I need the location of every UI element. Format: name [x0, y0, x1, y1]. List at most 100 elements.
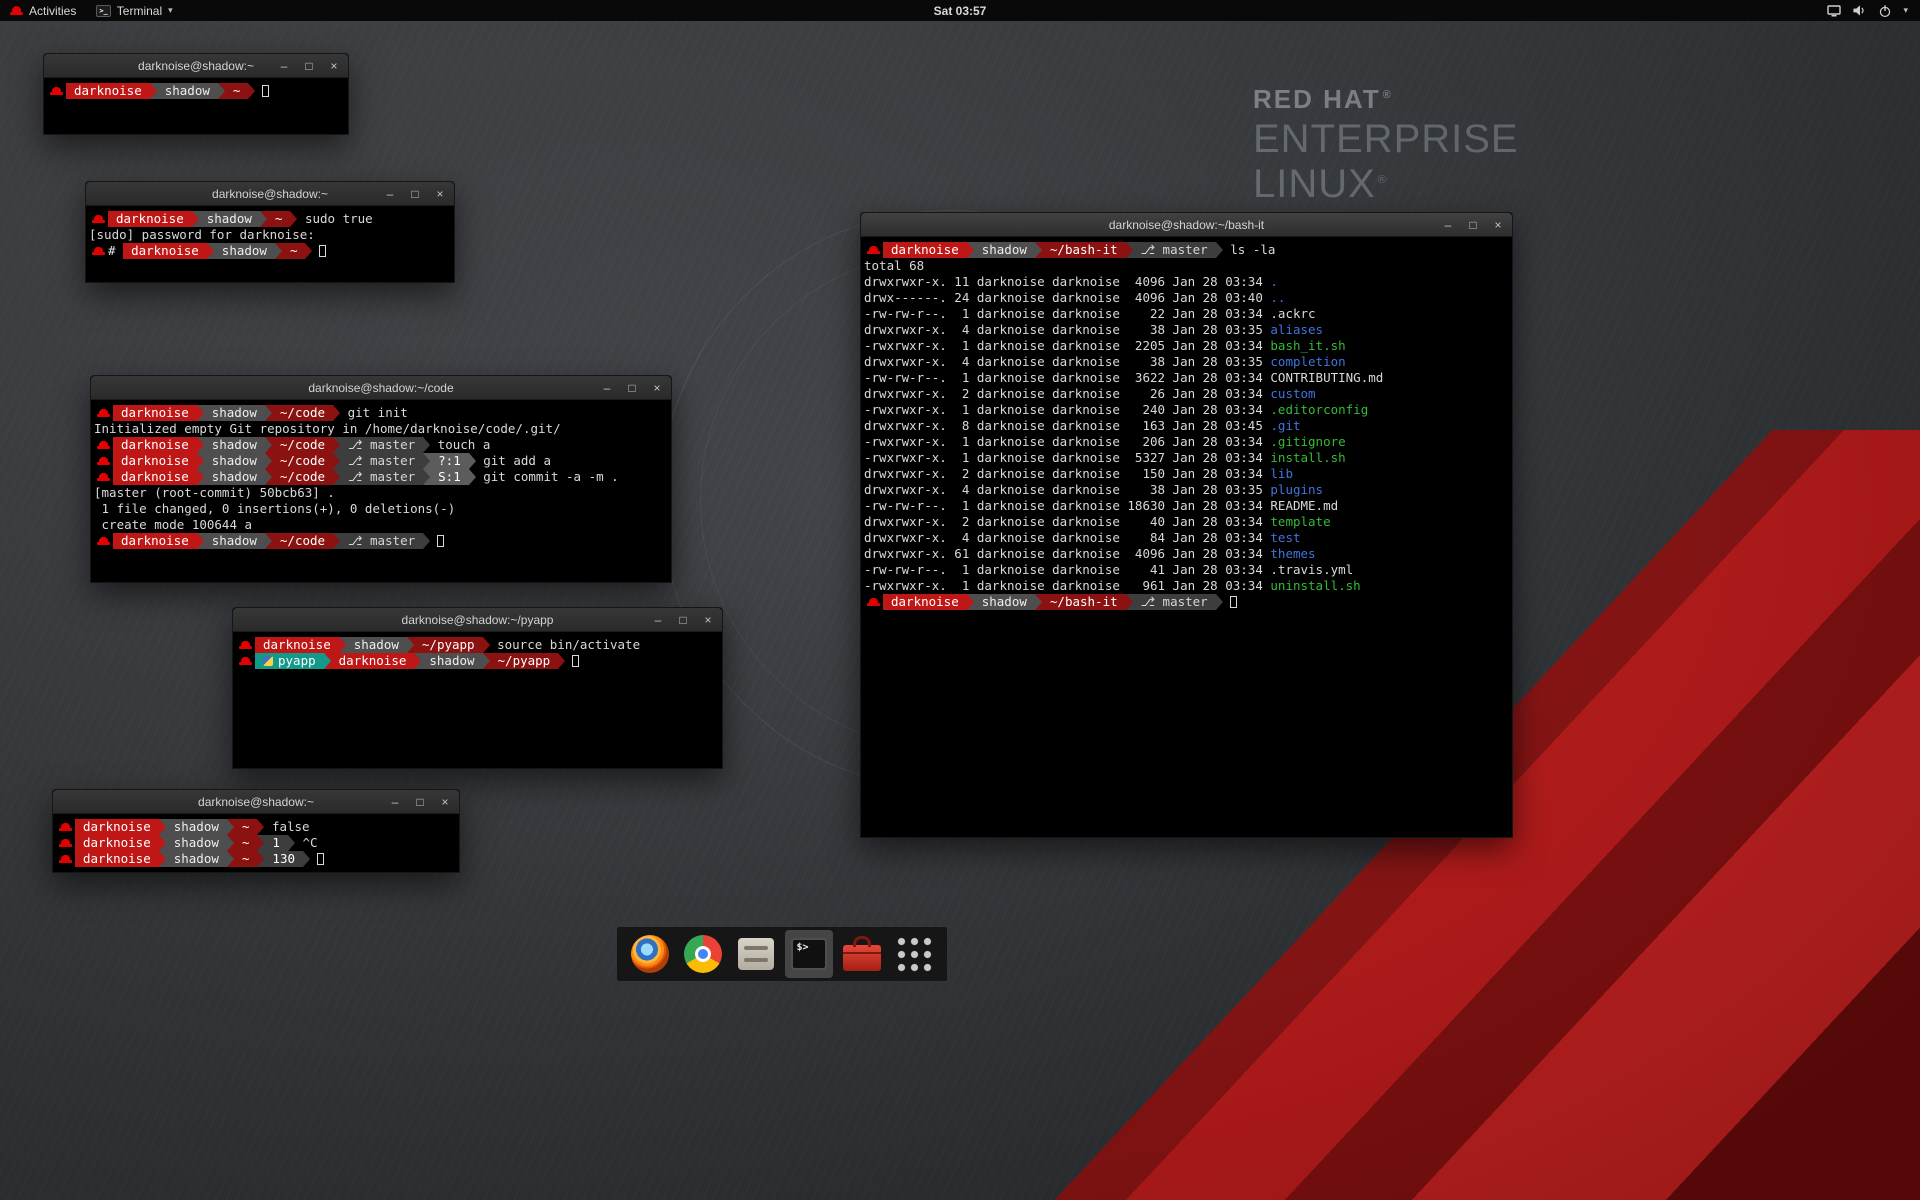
prompt-segment: shadow: [166, 851, 227, 867]
window-close-button[interactable]: ×: [702, 614, 714, 626]
app-grid-icon: [895, 935, 934, 974]
terminal-window-home1[interactable]: darknoise@shadow:~–□×darknoiseshadow~: [43, 53, 349, 135]
terminal-window-bashit[interactable]: darknoise@shadow:~/bash-it–□×darknoisesh…: [860, 212, 1513, 838]
python-icon: [263, 656, 273, 666]
terminal-window-code[interactable]: darknoise@shadow:~/code–□×darknoiseshado…: [90, 375, 672, 583]
chevron-down-icon: ▾: [168, 5, 173, 16]
activities-button[interactable]: Activities: [0, 0, 86, 21]
terminal-line: -rwxrwxr-x. 1 darknoise darknoise 5327 J…: [864, 450, 1509, 466]
terminal-window-pyapp[interactable]: darknoise@shadow:~/pyapp–□×darknoiseshad…: [232, 607, 723, 769]
powerline-arrow: [290, 211, 297, 227]
prompt-segment: shadow: [204, 533, 265, 549]
powerline-arrow: [1126, 242, 1133, 258]
power-icon[interactable]: [1878, 4, 1892, 18]
dock-item-terminal[interactable]: $>: [785, 930, 833, 978]
terminal-text: drwx------. 24 darknoise darknoise 4096 …: [864, 290, 1270, 306]
window-maximize-button[interactable]: □: [303, 60, 315, 72]
dock-item-firefox[interactable]: [626, 930, 674, 978]
terminal-text: -rwxrwxr-x. 1 darknoise darknoise 2205 J…: [864, 338, 1270, 354]
window-minimize-button[interactable]: –: [389, 796, 401, 808]
window-close-button[interactable]: ×: [651, 382, 663, 394]
terminal-text: drwxrwxr-x. 4 darknoise darknoise 38 Jan…: [864, 482, 1270, 498]
terminal-mini-icon: >_: [96, 5, 110, 17]
terminal-text: -rw-rw-r--. 1 darknoise darknoise 22 Jan…: [864, 306, 1270, 322]
terminal-line: darknoiseshadow~/bash-it⎇ master: [864, 594, 1509, 610]
terminal-line: darknoiseshadow~/bash-it⎇ master ls -la: [864, 242, 1509, 258]
desktop[interactable]: RED HAT® ENTERPRISE LINUX® darknoise@sha…: [0, 0, 1920, 1200]
terminal-line: -rw-rw-r--. 1 darknoise darknoise 22 Jan…: [864, 306, 1509, 322]
powerline-arrow: [967, 594, 974, 610]
window-close-button[interactable]: ×: [439, 796, 451, 808]
redhat-prompt-icon: [59, 851, 72, 867]
powerline-arrow: [257, 851, 264, 867]
terminal-line: pyappdarknoiseshadow~/pyapp: [236, 653, 719, 669]
window-titlebar[interactable]: darknoise@shadow:~–□×: [53, 790, 459, 814]
window-minimize-button[interactable]: –: [1442, 219, 1454, 231]
window-titlebar[interactable]: darknoise@shadow:~–□×: [44, 54, 348, 78]
window-maximize-button[interactable]: □: [1467, 219, 1479, 231]
terminal-line: create mode 100644 a: [94, 517, 668, 533]
terminal-line: darknoiseshadow~/code⎇ masterS:1 git com…: [94, 469, 668, 485]
app-menu-terminal[interactable]: >_ Terminal ▾: [86, 0, 182, 21]
redhat-prompt-icon: [867, 242, 880, 258]
window-minimize-button[interactable]: –: [652, 614, 664, 626]
prompt-segment: ~/code: [272, 405, 333, 421]
window-titlebar[interactable]: darknoise@shadow:~/pyapp–□×: [233, 608, 722, 632]
prompt-segment: ~/code: [272, 437, 333, 453]
powerline-arrow: [324, 653, 331, 669]
redhat-prompt-icon: [239, 653, 252, 669]
window-maximize-button[interactable]: □: [677, 614, 689, 626]
terminal-line: darknoiseshadow~1 ^C: [56, 835, 456, 851]
prompt-segment: darknoise: [883, 594, 967, 610]
window-titlebar[interactable]: darknoise@shadow:~/code–□×: [91, 376, 671, 400]
volume-icon[interactable]: [1852, 4, 1867, 17]
window-close-button[interactable]: ×: [1492, 219, 1504, 231]
dock-item-app-grid[interactable]: [891, 930, 939, 978]
window-titlebar[interactable]: darknoise@shadow:~–□×: [86, 182, 454, 206]
terminal-text: false: [264, 819, 309, 835]
powerline-arrow: [159, 835, 166, 851]
powerline-arrow: [483, 637, 490, 653]
dock-item-chrome[interactable]: [679, 930, 727, 978]
dock-item-files[interactable]: [732, 930, 780, 978]
terminal-text: ^C: [295, 835, 318, 851]
terminal-line: darknoiseshadow~: [47, 83, 345, 99]
powerline-arrow: [333, 453, 340, 469]
window-maximize-button[interactable]: □: [626, 382, 638, 394]
terminal-line: total 68: [864, 258, 1509, 274]
terminal-content[interactable]: darknoiseshadow~/bash-it⎇ master ls -lat…: [861, 237, 1512, 615]
window-maximize-button[interactable]: □: [414, 796, 426, 808]
window-maximize-button[interactable]: □: [409, 188, 421, 200]
window-minimize-button[interactable]: –: [601, 382, 613, 394]
window-close-button[interactable]: ×: [434, 188, 446, 200]
terminal-text: -rw-rw-r--. 1 darknoise darknoise 41 Jan…: [864, 562, 1270, 578]
window-minimize-button[interactable]: –: [384, 188, 396, 200]
system-tray[interactable]: ▾: [1815, 0, 1920, 21]
prompt-segment: darknoise: [75, 851, 159, 867]
terminal-line: drwx------. 24 darknoise darknoise 4096 …: [864, 290, 1509, 306]
terminal-content[interactable]: darknoiseshadow~/code git initInitialize…: [91, 400, 671, 554]
redhat-prompt-icon: [97, 437, 110, 453]
terminal-text: #: [108, 243, 123, 259]
powerline-arrow: [339, 637, 346, 653]
terminal-text: uninstall.sh: [1270, 578, 1360, 594]
window-titlebar[interactable]: darknoise@shadow:~/bash-it–□×: [861, 213, 1512, 237]
terminal-line: drwxrwxr-x. 4 darknoise darknoise 38 Jan…: [864, 354, 1509, 370]
terminal-content[interactable]: darknoiseshadow~/pyapp source bin/activa…: [233, 632, 722, 674]
terminal-content[interactable]: darknoiseshadow~ sudo true[sudo] passwor…: [86, 206, 454, 264]
dock: $>: [617, 927, 947, 981]
window-minimize-button[interactable]: –: [278, 60, 290, 72]
clock[interactable]: Sat 03:57: [924, 0, 997, 21]
terminal-content[interactable]: darknoiseshadow~ falsedarknoiseshadow~1 …: [53, 814, 459, 872]
terminal-window-sudo[interactable]: darknoise@shadow:~–□×darknoiseshadow~ su…: [85, 181, 455, 283]
terminal-line: 1 file changed, 0 insertions(+), 0 delet…: [94, 501, 668, 517]
terminal-window-home2[interactable]: darknoise@shadow:~–□×darknoiseshadow~ fa…: [52, 789, 460, 873]
terminal-content[interactable]: darknoiseshadow~: [44, 78, 348, 104]
redhat-prompt-icon: [50, 83, 63, 99]
window-close-button[interactable]: ×: [328, 60, 340, 72]
terminal-text: aliases: [1270, 322, 1323, 338]
terminal-text: -rw-rw-r--. 1 darknoise darknoise 3622 J…: [864, 370, 1270, 386]
powerline-arrow: [407, 637, 414, 653]
dock-item-toolbox[interactable]: [838, 930, 886, 978]
screen-icon[interactable]: [1827, 5, 1841, 17]
